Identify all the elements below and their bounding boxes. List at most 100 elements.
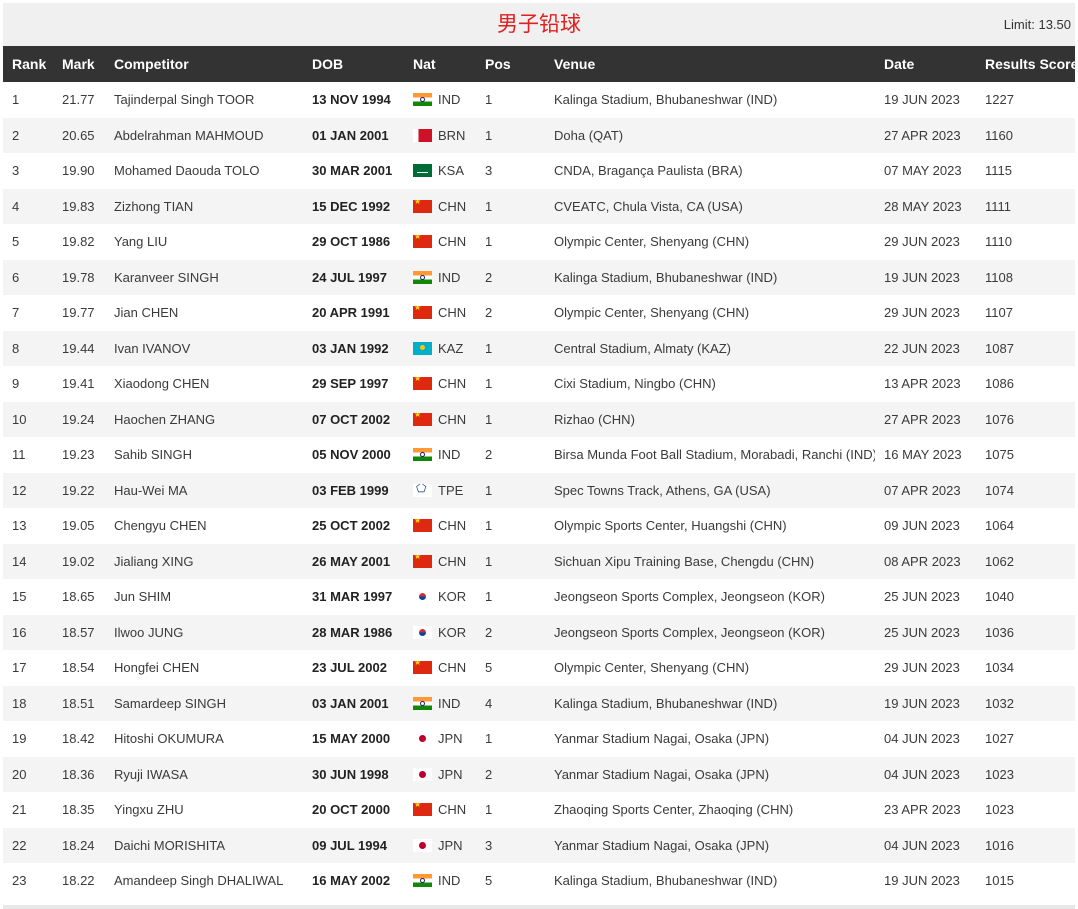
table-row[interactable]: 23 18.22 Amandeep Singh DHALIWAL 16 MAY 200… xyxy=(3,863,1075,899)
rank-cell: 10 xyxy=(12,411,27,427)
table-row[interactable]: 2 20.65 Abdelrahman MAHMOUD 01 JAN 2001 BRN 1… xyxy=(3,117,1075,154)
table-row[interactable]: 16 18.57 Ilwoo JUNG 28 MAR 1986 KOR 2 Jeongseo… xyxy=(3,614,1075,651)
table-row[interactable]: 14 19.02 Jialiang XING 26 MAY 2001 CHN 1 Sichu… xyxy=(3,543,1075,580)
competitor-name-link[interactable]: Karanveer SINGH xyxy=(105,260,303,296)
mark-cell: 18.24 xyxy=(62,837,95,853)
competitor-name-link[interactable]: Daichi MORISHITA xyxy=(105,828,303,864)
flag-jpn-icon xyxy=(413,838,432,852)
pos-cell: 1 xyxy=(485,411,493,427)
pos-cell: 2 xyxy=(485,269,493,285)
competitor-name-link[interactable]: Haochen ZHANG xyxy=(105,402,303,438)
column-header-date[interactable]: Date xyxy=(875,46,976,82)
column-header-mark[interactable]: Mark xyxy=(53,46,105,82)
date-cell: 13 APR 2023 xyxy=(884,376,961,392)
competitor-name-link[interactable]: Jian CHEN xyxy=(105,295,303,331)
column-header-dob[interactable]: DOB xyxy=(303,46,404,82)
competitor-name-link[interactable]: Ivan IVANOV xyxy=(105,331,303,367)
dob-cell: 03 JAN 2001 xyxy=(312,695,389,711)
mark-cell: 18.65 xyxy=(62,589,95,605)
table-row[interactable]: 3 19.90 Mohamed Daouda TOLO 30 MAR 2001 KSA 3… xyxy=(3,153,1075,189)
venue-cell: Olympic Center, Shenyang (CHN) xyxy=(554,234,750,250)
competitor-name-link[interactable]: Sahib SINGH xyxy=(105,437,303,473)
table-row[interactable]: 21 18.35 Yingxu ZHU 20 OCT 2000 CHN 1 Zhaoqing… xyxy=(3,792,1075,828)
results-score-cell: 1032 xyxy=(985,695,1014,711)
table-row[interactable]: 12 19.22 Hau-Wei MA 03 FEB 1999 TPE 1 Spec Tow… xyxy=(3,472,1075,509)
mark-cell: 18.36 xyxy=(62,766,95,782)
competitor-name-link[interactable]: Hongfei CHEN xyxy=(105,650,303,686)
table-row[interactable]: 6 19.78 Karanveer SINGH 24 JUL 1997 IND 2 Kali… xyxy=(3,259,1075,296)
competitor-name-link[interactable]: Amandeep Singh DHALIWAL xyxy=(105,863,303,899)
limit-label: Limit: 13.50 xyxy=(1003,17,1071,32)
venue-cell: Kalinga Stadium, Bhubaneshwar (IND) xyxy=(554,873,778,889)
table-row[interactable]: 18 18.51 Samardeep SINGH 03 JAN 2001 IND 4 Kal… xyxy=(3,685,1075,722)
competitor-name-link[interactable]: Jialiang XING xyxy=(105,544,303,580)
column-header-venue[interactable]: Venue xyxy=(545,46,875,82)
table-row[interactable]: 11 19.23 Sahib SINGH 05 NOV 2000 IND 2 Birsa M… xyxy=(3,437,1075,473)
nat-cell: TPE xyxy=(404,473,476,509)
table-row[interactable]: 19 18.42 Hitoshi OKUMURA 15 MAY 2000 JPN 1 Yan… xyxy=(3,721,1075,757)
nat-code: JPN xyxy=(438,766,463,782)
results-score-cell: 1034 xyxy=(985,660,1014,676)
table-row[interactable]: 17 18.54 Hongfei CHEN 23 JUL 2002 CHN 5 Olympi… xyxy=(3,650,1075,686)
table-row[interactable]: 20 18.36 Ryuji IWASA 30 JUN 1998 JPN 2 Yanmar … xyxy=(3,756,1075,793)
nat-code: IND xyxy=(438,92,461,108)
competitor-name-link[interactable]: Ryuji IWASA xyxy=(105,757,303,793)
table-row[interactable]: 13 19.05 Chengyu CHEN 25 OCT 2002 CHN 1 Olympi… xyxy=(3,508,1075,544)
results-score-cell: 1023 xyxy=(985,802,1014,818)
table-row[interactable]: 7 19.77 Jian CHEN 20 APR 1991 CHN 2 Olympic Ce… xyxy=(3,295,1075,331)
results-score-cell: 1074 xyxy=(985,482,1014,498)
table-row[interactable]: 4 19.83 Zizhong TIAN 15 DEC 1992 CHN 1 CVEATC,… xyxy=(3,188,1075,225)
table-row[interactable]: 10 19.24 Haochen ZHANG 07 OCT 2002 CHN 1 Rizha… xyxy=(3,401,1075,438)
column-header-rank[interactable]: Rank xyxy=(3,46,53,82)
venue-cell: Spec Towns Track, Athens, GA (USA) xyxy=(554,482,771,498)
rank-cell: 1 xyxy=(12,92,20,108)
competitor-name-link[interactable]: Jun SHIM xyxy=(105,579,303,615)
nat-code: IND xyxy=(438,873,461,889)
competitor-name-link[interactable]: Chengyu CHEN xyxy=(105,508,303,544)
table-row[interactable]: 9 19.41 Xiaodong CHEN 29 SEP 1997 CHN 1 Cixi S… xyxy=(3,366,1075,402)
table-row[interactable]: 5 19.82 Yang LIU 29 OCT 1986 CHN 1 Olympic Cen… xyxy=(3,224,1075,260)
rank-cell: 2 xyxy=(12,127,20,143)
competitor-name-link[interactable]: Abdelrahman MAHMOUD xyxy=(105,118,303,154)
competitor-name-link[interactable]: Ilwoo JUNG xyxy=(105,615,303,651)
dob-cell: 03 JAN 1992 xyxy=(312,340,389,356)
flag-jpn-icon xyxy=(413,767,432,781)
competitor-name-link[interactable]: Mohamed Daouda TOLO xyxy=(105,153,303,189)
column-header-competitor[interactable]: Competitor xyxy=(105,46,303,82)
competitor-name-link[interactable]: Tajinderpal Singh TOOR xyxy=(105,82,303,118)
nat-cell: CHN xyxy=(404,366,476,402)
dob-cell: 23 JUL 2002 xyxy=(312,660,387,676)
competitor-name-link[interactable]: Hitoshi OKUMURA xyxy=(105,721,303,757)
pos-cell: 3 xyxy=(485,163,493,179)
column-header-results-score[interactable]: Results Score xyxy=(976,46,1078,82)
competitor-name-link[interactable]: Yang LIU xyxy=(105,224,303,260)
competitor-name-link[interactable]: Yingxu ZHU xyxy=(105,792,303,828)
competitor-name-link[interactable]: Hau-Wei MA xyxy=(105,473,303,509)
mark-cell: 19.41 xyxy=(62,376,95,392)
competitor-name-link[interactable]: Zizhong TIAN xyxy=(105,189,303,225)
flag-ind-icon xyxy=(413,448,432,462)
table-row[interactable]: 8 19.44 Ivan IVANOV 03 JAN 1992 KAZ 1 Central … xyxy=(3,330,1075,367)
date-cell: 27 APR 2023 xyxy=(884,127,961,143)
results-score-cell: 1227 xyxy=(985,92,1014,108)
results-score-cell: 1076 xyxy=(985,411,1014,427)
mark-cell: 21.77 xyxy=(62,92,95,108)
results-score-cell: 1036 xyxy=(985,624,1014,640)
table-row[interactable]: 22 18.24 Daichi MORISHITA 09 JUL 1994 JPN 3 Ya… xyxy=(3,827,1075,864)
pos-cell: 2 xyxy=(485,305,493,321)
nat-code: TPE xyxy=(438,482,464,498)
column-header-pos[interactable]: Pos xyxy=(476,46,545,82)
venue-cell: Cixi Stadium, Ningbo (CHN) xyxy=(554,376,716,392)
column-header-nat[interactable]: Nat xyxy=(404,46,476,82)
table-row[interactable]: 15 18.65 Jun SHIM 31 MAR 1997 KOR 1 Jeongseon … xyxy=(3,579,1075,615)
nat-cell: CHN xyxy=(404,224,476,260)
competitor-name-link[interactable]: Xiaodong CHEN xyxy=(105,366,303,402)
nat-cell: JPN xyxy=(404,721,476,757)
mark-cell: 18.57 xyxy=(62,624,95,640)
table-row[interactable]: 1 21.77 Tajinderpal Singh TOOR 13 NOV 1994 I… xyxy=(3,82,1075,118)
venue-cell: Yanmar Stadium Nagai, Osaka (JPN) xyxy=(554,766,770,782)
dob-cell: 07 OCT 2002 xyxy=(312,411,391,427)
competitor-name-link[interactable]: Samardeep SINGH xyxy=(105,686,303,722)
rank-cell: 17 xyxy=(12,660,27,676)
nat-cell: KOR xyxy=(404,615,476,651)
